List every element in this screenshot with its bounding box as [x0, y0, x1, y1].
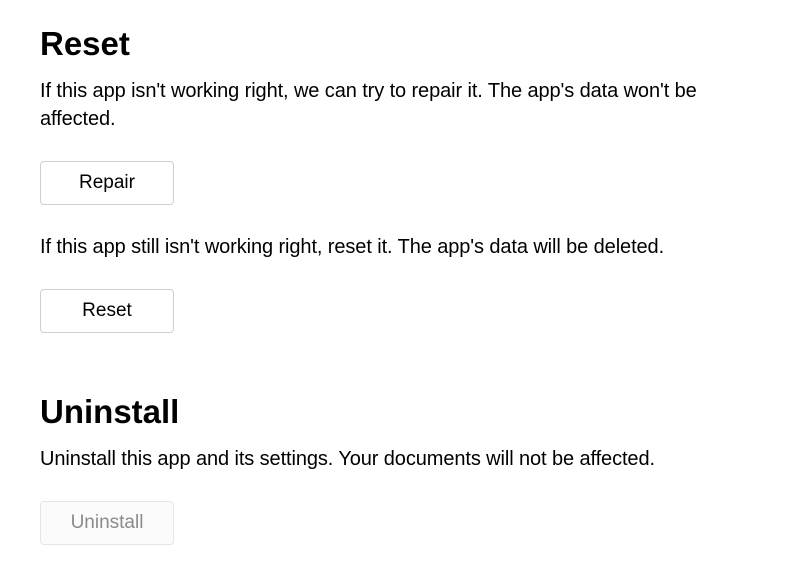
uninstall-heading: Uninstall	[40, 393, 750, 431]
reset-button[interactable]: Reset	[40, 289, 174, 333]
reset-section: Reset If this app isn't working right, w…	[40, 25, 750, 333]
reset-description: If this app still isn't working right, r…	[40, 233, 720, 261]
uninstall-button: Uninstall	[40, 501, 174, 545]
reset-heading: Reset	[40, 25, 750, 63]
uninstall-section: Uninstall Uninstall this app and its set…	[40, 393, 750, 545]
repair-button[interactable]: Repair	[40, 161, 174, 205]
repair-description: If this app isn't working right, we can …	[40, 77, 720, 133]
uninstall-description: Uninstall this app and its settings. You…	[40, 445, 720, 473]
